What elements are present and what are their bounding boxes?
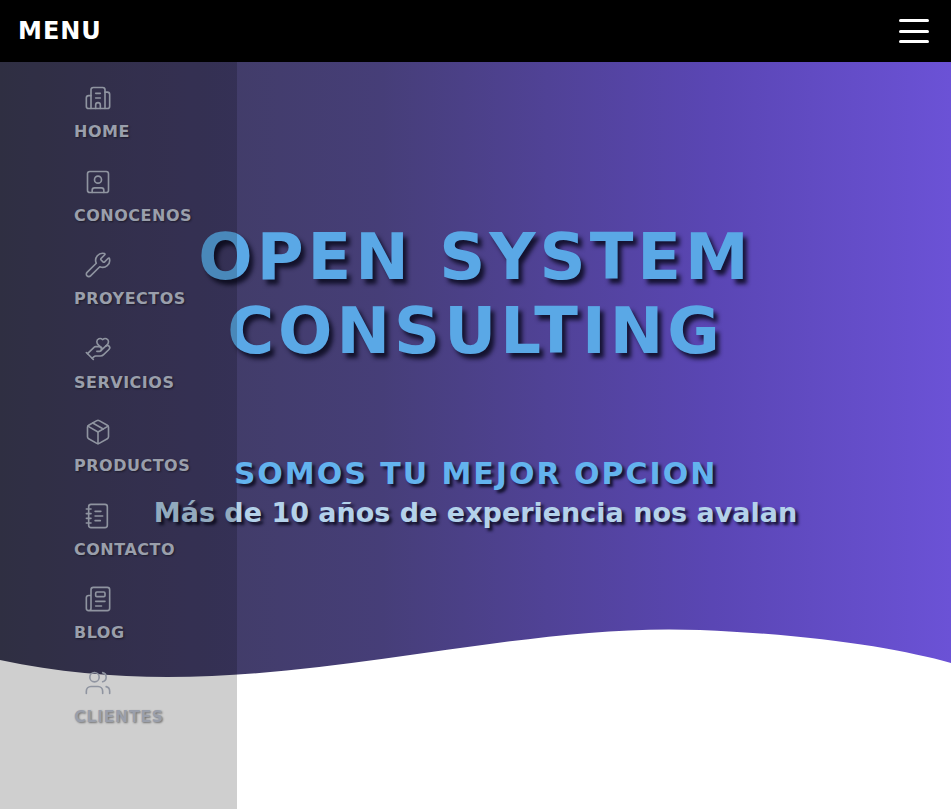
hero: OPEN SYSTEMCONSULTING SOMOS TU MEJOR OPCI… [0,62,951,809]
package-icon [82,416,114,448]
sidebar-item[interactable]: CONOCENOS [74,166,237,250]
sidebar-label: CONOCENOS [74,206,192,225]
newspaper-icon [82,583,114,615]
person-frame-icon [82,166,114,198]
sidebar-item[interactable]: CLIENTES [74,667,237,751]
hand-gear-icon [82,333,114,365]
building-icon [82,82,114,114]
sidebar-item[interactable]: CONTACTO [74,500,237,584]
hero-title: CONSULTING [227,294,724,368]
hamburger-line [899,19,929,22]
sidebar-item[interactable]: PRODUCTOS [74,416,237,500]
tools-icon [82,249,114,281]
menu-title: MENU [18,17,102,45]
sidebar-item[interactable]: SERVICIOS [74,333,237,417]
hamburger-line [899,40,929,43]
page: MENU OPEN SYSTEMCONSULTING SOMOS TU MEJOR … [0,0,951,809]
hamburger-icon[interactable] [899,19,929,43]
people-icon [82,667,114,699]
hero-tagline: SOMOS TU MEJOR OPCION [234,456,718,491]
notebook-icon [82,500,114,532]
sidebar-label: BLOG [74,623,125,642]
sidebar-label: PRODUCTOS [74,456,190,475]
sidebar-label: HOME [74,122,130,141]
sidebar-item[interactable]: PROYECTOS [74,249,237,333]
hero-title: OPEN SYSTEM [198,220,752,294]
sidebar-label: PROYECTOS [74,289,186,308]
sidebar-label: SERVICIOS [74,373,174,392]
hero-subtitle: Más de 10 años de experiencia nos avalan [154,497,797,528]
sidebar: HOME CONOCENOS PROYECTOS SERVICIOS PRODUCTOS… [0,62,237,809]
top-bar: MENU [0,0,951,62]
sidebar-item[interactable]: BLOG [74,583,237,667]
sidebar-item[interactable]: HOME [74,82,237,166]
sidebar-label: CONTACTO [74,540,175,559]
sidebar-label: CLIENTES [74,707,164,726]
hamburger-line [899,30,929,33]
